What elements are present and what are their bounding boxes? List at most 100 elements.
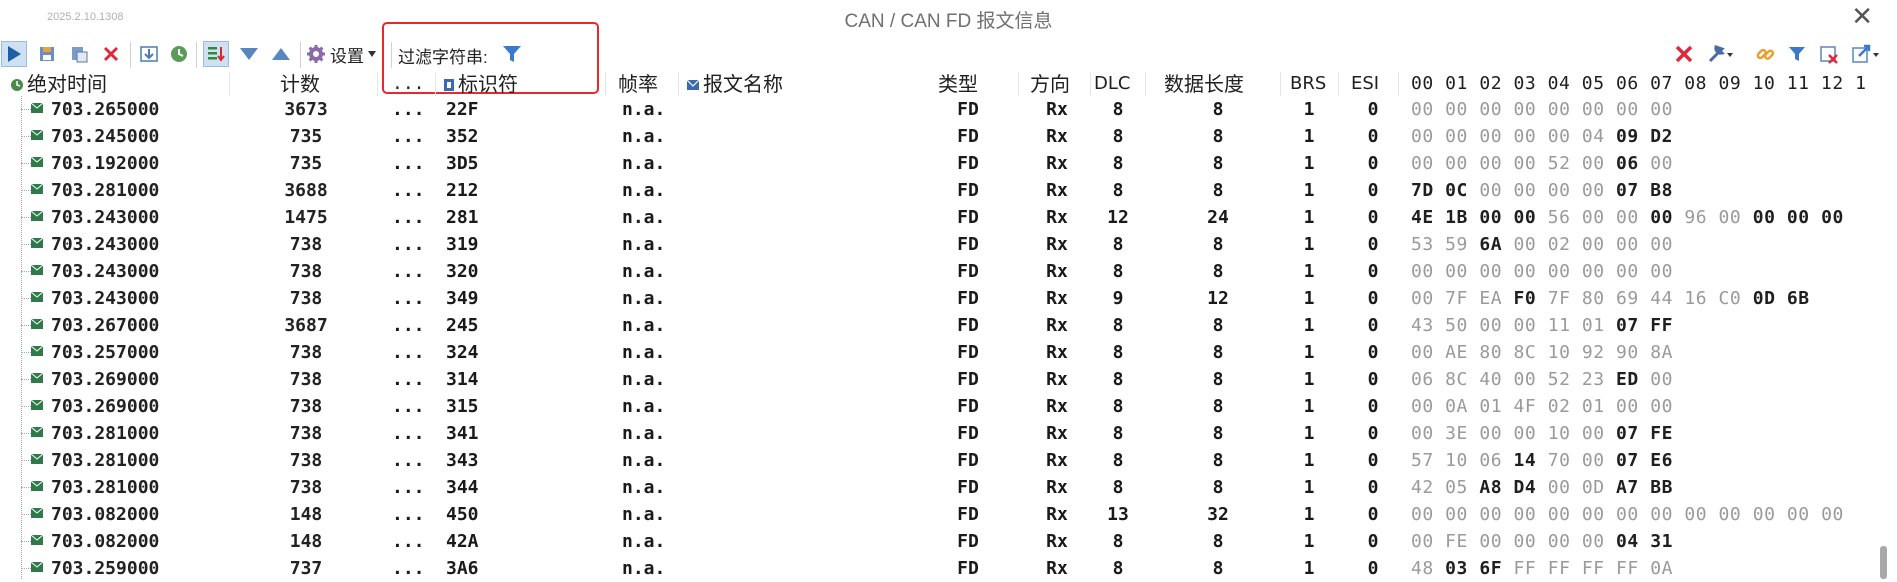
triangle-up-icon: [272, 48, 290, 60]
row-brs: 1: [1303, 234, 1315, 255]
save-log-button[interactable]: [34, 41, 60, 67]
table-row[interactable]: 703.082000 148... 42A n.a. FD Rx 8 8 1 0 00 FE 00 …: [0, 528, 1897, 555]
table-row[interactable]: 703.281000 738... 341 n.a. FD Rx 8 8 1 0 00 3E 00 …: [0, 420, 1897, 447]
row-direction: Rx: [1046, 558, 1068, 579]
table-row[interactable]: 703.265000 3673... 22F n.a. FD Rx 8 8 1 0 00 00 00…: [0, 96, 1897, 123]
col-rate-header[interactable]: 帧率: [618, 72, 658, 96]
col-brs-header[interactable]: BRS: [1290, 72, 1326, 96]
row-data-bytes: 00 0A 01 4F 02 01 00 00: [1411, 393, 1673, 420]
close-window-button[interactable]: ✕: [1851, 2, 1873, 32]
data-byte: 00: [1513, 369, 1537, 390]
clock-button[interactable]: [166, 41, 192, 67]
data-byte: 06: [1616, 153, 1639, 174]
table-row[interactable]: 703.243000 1475... 281 n.a. FD Rx 12 24 1 0 4E 1B …: [0, 204, 1897, 231]
settings-menu[interactable]: 设置: [306, 41, 376, 67]
data-byte: D4: [1513, 477, 1537, 498]
table-row[interactable]: 703.267000 3687... 245 n.a. FD Rx 8 8 1 0 43 50 00…: [0, 312, 1897, 339]
col-time-header[interactable]: 绝对时间: [10, 72, 107, 96]
col-name-header[interactable]: 报文名称: [686, 72, 783, 96]
tools-menu[interactable]: [1704, 41, 1738, 67]
message-icon: [31, 346, 43, 356]
row-brs: 1: [1303, 207, 1315, 228]
table-row[interactable]: 703.269000 738... 314 n.a. FD Rx 8 8 1 0 06 8C 40 …: [0, 366, 1897, 393]
title-bar: 2025.2.10.1308 CAN / CAN FD 报文信息 ✕: [0, 0, 1897, 36]
data-byte: EA: [1479, 288, 1503, 309]
table-row[interactable]: 703.082000 148... 450 n.a. FD Rx 13 32 1 0 00 00 0…: [0, 501, 1897, 528]
row-time: 703.281000: [51, 423, 160, 444]
row-esi: 0: [1367, 423, 1379, 444]
table-row[interactable]: 703.259000 737... 3A6 n.a. FD Rx 8 8 1 0 48 03 6F …: [0, 555, 1897, 582]
clear-button[interactable]: [98, 41, 124, 67]
data-byte: 00: [1581, 504, 1605, 525]
row-id: 281: [446, 207, 479, 228]
table-row[interactable]: 703.269000 738... 315 n.a. FD Rx 8 8 1 0 00 0A 01 …: [0, 393, 1897, 420]
clear-filter-button[interactable]: [1816, 41, 1842, 67]
table-row[interactable]: 703.245000 735... 352 n.a. FD Rx 8 8 1 0 00 00 00 …: [0, 123, 1897, 150]
data-byte: 10: [1445, 450, 1468, 471]
column-filter-button[interactable]: [1784, 41, 1810, 67]
message-icon: [31, 238, 43, 248]
import-icon: [140, 46, 158, 62]
data-byte: 00: [1581, 180, 1605, 201]
data-byte: 0A: [1445, 396, 1468, 417]
col-name-label: 报文名称: [703, 72, 783, 96]
message-icon: [31, 535, 43, 545]
row-esi: 0: [1367, 558, 1379, 579]
start-button[interactable]: [1, 41, 27, 67]
data-byte: 43: [1411, 315, 1434, 336]
message-icon: [31, 400, 43, 410]
data-byte: 00: [1411, 99, 1434, 120]
data-byte: 00: [1650, 504, 1673, 525]
col-direction-header[interactable]: 方向: [1030, 72, 1070, 96]
clock-icon: [11, 79, 23, 91]
data-byte: 06: [1479, 450, 1503, 471]
col-count-header[interactable]: 计数: [280, 72, 320, 96]
data-byte: C0: [1718, 288, 1742, 309]
table-row[interactable]: 703.243000 738... 349 n.a. FD Rx 9 12 1 0 00 7F EA…: [0, 285, 1897, 312]
data-byte: 00: [1616, 261, 1639, 282]
table-row[interactable]: 703.281000 3688... 212 n.a. FD Rx 8 8 1 0 7D 0C 00…: [0, 177, 1897, 204]
data-byte: 00: [1411, 342, 1434, 363]
data-byte: 56: [1547, 207, 1571, 228]
table-row[interactable]: 703.257000 738... 324 n.a. FD Rx 8 8 1 0 00 AE 80 …: [0, 339, 1897, 366]
sort-button[interactable]: [203, 41, 229, 67]
table-row[interactable]: 703.281000 738... 344 n.a. FD Rx 8 8 1 0 42 05 A8 …: [0, 474, 1897, 501]
remove-button[interactable]: [1671, 41, 1697, 67]
col-datalen-header[interactable]: 数据长度: [1164, 72, 1244, 96]
row-rate: n.a.: [622, 207, 666, 228]
vertical-scrollbar[interactable]: [1880, 546, 1887, 579]
data-byte: 00: [1821, 504, 1844, 525]
col-dlc-header[interactable]: DLC: [1094, 72, 1130, 96]
row-rate: n.a.: [622, 423, 666, 444]
col-bytes-header[interactable]: 00 01 02 03 04 05 06 07 08 09 10 11 12 1: [1411, 72, 1866, 96]
data-byte: 00: [1513, 180, 1537, 201]
row-type: FD: [957, 99, 979, 120]
table-row[interactable]: 703.243000 738... 319 n.a. FD Rx 8 8 1 0 53 59 6A …: [0, 231, 1897, 258]
data-byte: 00: [1479, 207, 1503, 228]
table-row[interactable]: 703.243000 738... 320 n.a. FD Rx 8 8 1 0 00 00 00 …: [0, 258, 1897, 285]
row-brs: 1: [1303, 180, 1315, 201]
data-byte: 8A: [1650, 342, 1673, 363]
data-byte: 00: [1513, 261, 1537, 282]
data-byte: 10: [1547, 342, 1571, 363]
col-type-header[interactable]: 类型: [938, 72, 978, 96]
row-type: FD: [957, 504, 979, 525]
row-time: 703.269000: [51, 369, 160, 390]
table-row[interactable]: 703.192000 735... 3D5 n.a. FD Rx 8 8 1 0 00 00 00 …: [0, 150, 1897, 177]
link-button[interactable]: [1752, 41, 1778, 67]
export-menu[interactable]: [1848, 41, 1884, 67]
move-up-button[interactable]: [268, 41, 294, 67]
data-byte: 00: [1513, 234, 1537, 255]
col-id-header[interactable]: 标识符: [443, 72, 518, 96]
row-dots: ...: [392, 369, 425, 390]
copy-button[interactable]: [66, 41, 92, 67]
move-down-button[interactable]: [236, 41, 262, 67]
message-icon: [686, 79, 700, 90]
row-time: 703.243000: [51, 207, 160, 228]
row-dlc: 8: [1112, 315, 1124, 336]
data-byte: FF: [1616, 558, 1639, 579]
table-row[interactable]: 703.281000 738... 343 n.a. FD Rx 8 8 1 0 57 10 06 …: [0, 447, 1897, 474]
import-button[interactable]: [136, 41, 162, 67]
col-esi-header[interactable]: ESI: [1351, 72, 1379, 96]
col-dots-header[interactable]: ...: [392, 72, 425, 96]
